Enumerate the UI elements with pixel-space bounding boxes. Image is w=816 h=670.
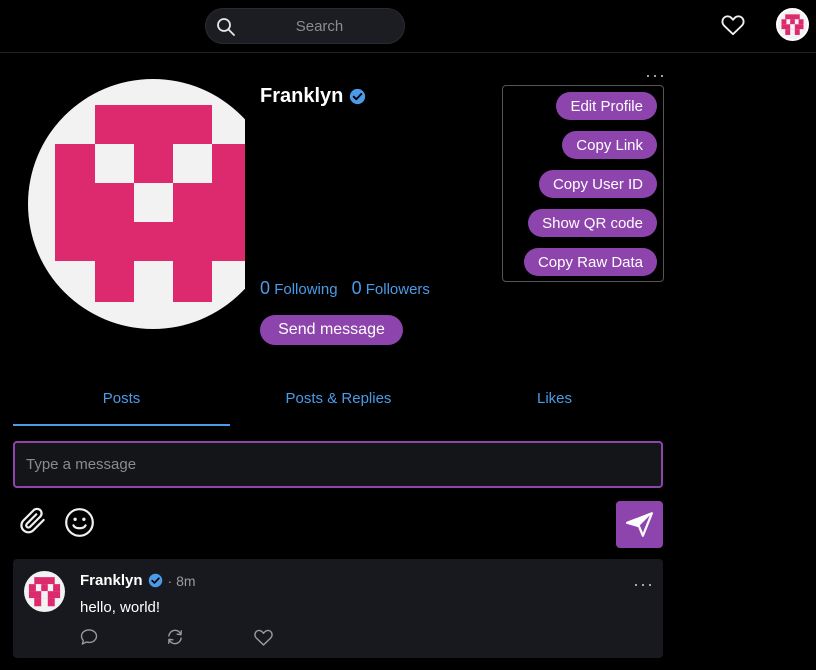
profile-name: Franklyn xyxy=(260,85,344,107)
copy-raw-data-button[interactable]: Copy Raw Data xyxy=(523,248,657,276)
send-message-button[interactable]: Send message xyxy=(260,315,403,345)
show-qr-code-button[interactable]: Show QR code xyxy=(528,209,657,237)
edit-profile-button[interactable]: Edit Profile xyxy=(556,92,657,120)
search-box[interactable] xyxy=(205,8,405,44)
search-icon xyxy=(217,18,235,36)
post-author[interactable]: Franklyn xyxy=(80,572,143,589)
following-label: Following xyxy=(274,281,338,298)
followers-link[interactable]: 0 Followers xyxy=(352,278,430,299)
identicon-image xyxy=(28,577,61,607)
repost-icon[interactable] xyxy=(165,627,185,652)
send-button[interactable] xyxy=(616,501,663,548)
copy-link-button[interactable]: Copy Link xyxy=(562,131,657,159)
smiley-icon[interactable] xyxy=(64,507,95,538)
post-time[interactable]: · 8m xyxy=(168,573,196,589)
post-header: Franklyn · 8m xyxy=(80,572,196,589)
like-icon[interactable] xyxy=(253,627,274,653)
verified-icon xyxy=(350,88,366,105)
search-input[interactable] xyxy=(242,9,397,43)
follow-stats: 0 Following 0 Followers xyxy=(260,278,430,299)
profile-name-row: Franklyn xyxy=(260,85,366,108)
send-icon xyxy=(626,512,653,537)
profile-avatar xyxy=(28,79,245,329)
followers-label: Followers xyxy=(365,281,430,298)
user-avatar[interactable] xyxy=(776,8,809,41)
message-composer xyxy=(13,441,663,488)
followers-count: 0 xyxy=(351,278,362,298)
more-icon[interactable]: ··· xyxy=(633,575,654,593)
post-card: Franklyn · 8m ··· hello, world! xyxy=(13,559,663,658)
verified-icon xyxy=(148,573,162,588)
top-bar xyxy=(0,0,816,53)
following-link[interactable]: 0 Following xyxy=(260,278,338,299)
heart-icon[interactable] xyxy=(720,12,746,38)
profile-tabs: Posts Posts & Replies Likes xyxy=(13,380,663,426)
reply-icon[interactable] xyxy=(79,627,99,652)
post-text: hello, world! xyxy=(80,599,161,616)
profile-menu: Edit Profile Copy Link Copy User ID Show… xyxy=(502,85,664,282)
copy-user-id-button[interactable]: Copy User ID xyxy=(538,170,657,198)
tab-posts-replies[interactable]: Posts & Replies xyxy=(230,380,447,426)
identicon-image xyxy=(778,10,807,39)
paperclip-icon[interactable] xyxy=(18,506,48,536)
more-icon[interactable]: ··· xyxy=(645,66,666,84)
post-avatar[interactable] xyxy=(24,571,65,612)
tab-likes[interactable]: Likes xyxy=(446,380,663,426)
tab-posts[interactable]: Posts xyxy=(13,380,230,426)
identicon-image xyxy=(55,105,245,302)
message-input[interactable] xyxy=(15,443,661,486)
following-count: 0 xyxy=(260,278,271,298)
